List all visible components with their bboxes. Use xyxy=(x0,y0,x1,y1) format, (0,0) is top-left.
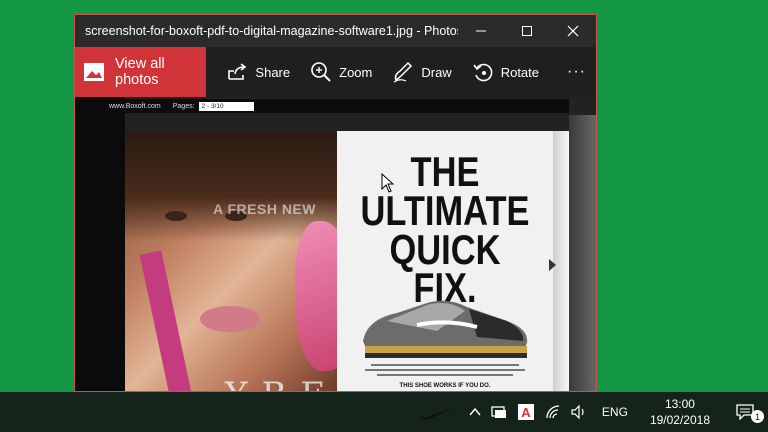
app-toolbar: View all photos Share Zoom Draw Rotate ·… xyxy=(75,47,596,97)
clock-time: 13:00 xyxy=(664,397,695,411)
maximize-icon xyxy=(522,26,532,36)
title-bar[interactable]: screenshot-for-boxoft-pdf-to-digital-mag… xyxy=(75,15,596,47)
clock[interactable]: 13:00 19/02/2018 xyxy=(638,392,722,432)
tray-device-button[interactable] xyxy=(486,392,512,432)
model-eye-left xyxy=(165,211,187,221)
view-all-photos-label: View all photos xyxy=(115,56,165,88)
close-button[interactable] xyxy=(550,15,596,47)
share-button[interactable]: Share xyxy=(216,47,300,97)
tray-acrobat-button[interactable]: A xyxy=(512,392,540,432)
svg-text:A: A xyxy=(521,405,531,420)
rotate-icon xyxy=(472,61,494,83)
magazine-right-page: THE ULTIMATE QUICK FIX. THIS SHOE WORKS … xyxy=(337,131,553,391)
notification-count-badge: 1 xyxy=(751,410,764,423)
speaker-icon xyxy=(571,405,584,419)
magazine-pages-box: 2 - 3/10 xyxy=(198,101,254,111)
system-tray: A ENG 13:00 19/02/2018 1 xyxy=(464,392,768,432)
wifi-icon xyxy=(546,405,559,419)
ad-body-text-lines xyxy=(361,363,529,379)
photo-viewer[interactable]: www.Boxoft.com Pages: 2 - 3/10 A FRESH N… xyxy=(75,97,596,391)
draw-label: Draw xyxy=(421,64,452,80)
magazine-left-page: A FRESH NEW YBE xyxy=(125,131,337,391)
taskbar: A ENG 13:00 19/02/2018 1 xyxy=(0,392,768,432)
viewer-dark-margin xyxy=(75,97,125,391)
action-center-button[interactable]: 1 xyxy=(722,392,768,432)
zoom-icon xyxy=(310,61,332,83)
draw-icon xyxy=(392,61,414,83)
show-hidden-icons-button[interactable] xyxy=(464,392,486,432)
ad-tagline: THIS SHOE WORKS IF YOU DO. xyxy=(399,383,491,389)
nike-swoosh-icon xyxy=(420,406,456,420)
next-page-arrow-icon xyxy=(549,259,556,271)
magazine-pages-label: Pages: xyxy=(172,102,195,110)
model-lips xyxy=(200,306,260,332)
pink-flower xyxy=(295,221,337,371)
mouse-cursor-icon xyxy=(381,172,395,198)
view-all-photos-button[interactable]: View all photos xyxy=(75,47,207,97)
rotate-button[interactable]: Rotate xyxy=(462,47,549,97)
device-tray-icon xyxy=(491,406,506,418)
more-options-button[interactable]: ··· xyxy=(557,63,596,81)
clock-date: 19/02/2018 xyxy=(649,413,710,427)
photos-window: screenshot-for-boxoft-pdf-to-digital-mag… xyxy=(74,14,597,392)
minimize-icon xyxy=(476,30,486,32)
window-title: screenshot-for-boxoft-pdf-to-digital-mag… xyxy=(85,24,458,38)
minimize-button[interactable] xyxy=(458,15,504,47)
share-icon xyxy=(226,62,248,82)
volume-button[interactable] xyxy=(566,392,592,432)
magazine-site-label: www.Boxoft.com xyxy=(109,102,161,110)
chevron-up-icon xyxy=(469,407,481,416)
pink-strap xyxy=(139,250,193,391)
viewer-right-background xyxy=(569,115,596,391)
zoom-button[interactable]: Zoom xyxy=(300,47,382,97)
photo-icon xyxy=(83,62,105,82)
share-label: Share xyxy=(255,64,291,80)
language-indicator[interactable]: ENG xyxy=(592,392,638,432)
maximize-button[interactable] xyxy=(504,15,550,47)
model-hair xyxy=(125,131,337,241)
close-icon xyxy=(567,25,579,37)
fresh-new-text: A FRESH NEW xyxy=(213,201,316,217)
zoom-label: Zoom xyxy=(339,64,373,80)
draw-button[interactable]: Draw xyxy=(382,47,461,97)
acrobat-icon: A xyxy=(517,404,534,420)
magazine-top-bar: www.Boxoft.com Pages: 2 - 3/10 xyxy=(103,99,569,113)
shoe-image xyxy=(357,291,533,366)
wifi-button[interactable] xyxy=(540,392,566,432)
rotate-label: Rotate xyxy=(500,64,540,80)
magazine-brand-text: YBE xyxy=(225,375,337,391)
